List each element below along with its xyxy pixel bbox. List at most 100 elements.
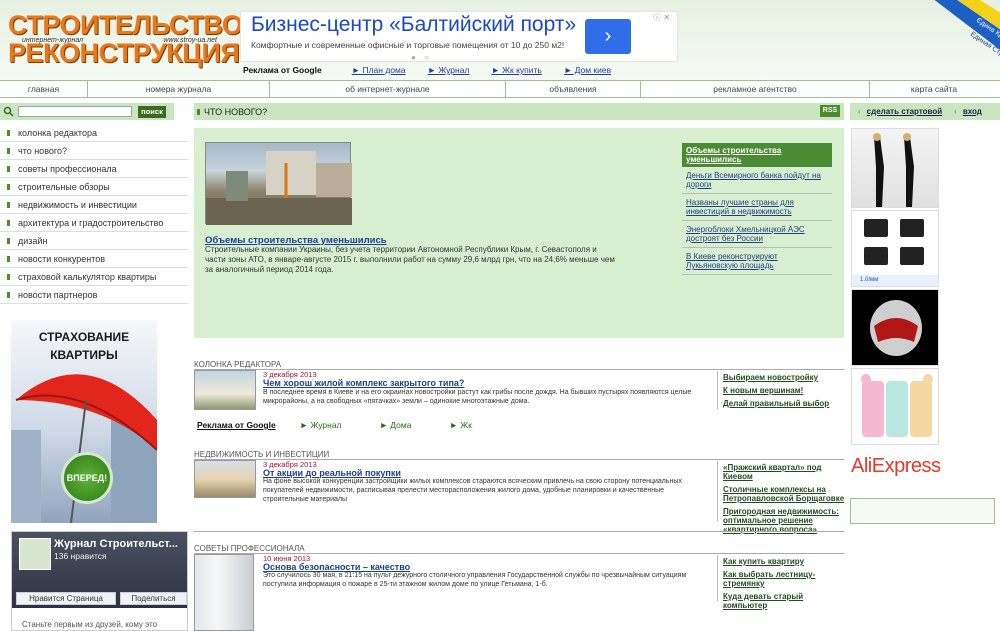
latex-suit-image bbox=[873, 133, 914, 207]
nav-issues[interactable]: номера журнала bbox=[88, 81, 270, 97]
fb-likes-count: 136 нравится bbox=[54, 551, 107, 561]
sidebar-item-reviews[interactable]: строительные обзоры bbox=[0, 178, 188, 196]
ad-link[interactable]: ► Дом киев bbox=[564, 65, 611, 75]
whats-new-title: ЧТО НОВОГО? bbox=[204, 107, 268, 117]
ad-link[interactable]: ► План дома bbox=[352, 65, 406, 75]
right-ad-4[interactable] bbox=[851, 368, 939, 445]
featured-list-item[interactable]: Энергоблоки Хмельницкой АЭС достроят без… bbox=[682, 221, 832, 248]
ad-pagination-dots[interactable]: ● ○ bbox=[411, 53, 432, 62]
facebook-widget: Журнал Строительст... 136 нравится Нрави… bbox=[11, 531, 188, 631]
related-link[interactable]: Как купить квартиру bbox=[723, 557, 848, 566]
aliexpress-logo[interactable]: AliExpress bbox=[851, 455, 941, 478]
related-links: Как купить квартиру Как выбрать лестницу… bbox=[723, 557, 848, 614]
featured-list-item[interactable]: Деньги Всемирного банка пойдут на дороги bbox=[682, 167, 832, 194]
ad-link[interactable]: ► Жк купить bbox=[491, 65, 541, 75]
ad-google-label[interactable]: Реклама от Google bbox=[197, 420, 276, 430]
related-link[interactable]: Куда девать старый компьютер bbox=[723, 592, 848, 610]
ad-links-row: Реклама от Google ► План дома ► Журнал ►… bbox=[243, 65, 633, 75]
article-thumbnail[interactable] bbox=[194, 370, 256, 410]
bullet-icon bbox=[197, 109, 200, 115]
sidebar-item-editor[interactable]: колонка редактора bbox=[0, 124, 188, 142]
related-link[interactable]: Как выбрать лестницу-стремянку bbox=[723, 570, 848, 588]
ad-arrow-button[interactable]: › bbox=[585, 19, 631, 54]
site-header: СТРОИТЕЛЬСТВО интернет-журнал www.stroy-… bbox=[0, 0, 1000, 80]
insurance-go-button[interactable]: ВПЕРЕД! bbox=[61, 452, 113, 504]
right-ad-3[interactable] bbox=[851, 289, 939, 366]
nav-about[interactable]: об интернет-журнале bbox=[270, 81, 506, 97]
search-button[interactable]: поиск bbox=[138, 106, 166, 118]
fb-page-name[interactable]: Журнал Строительст... bbox=[54, 538, 178, 550]
related-link[interactable]: Столичные комплексы на Петропавловской Б… bbox=[723, 485, 848, 503]
make-start-link[interactable]: сделать стартовой bbox=[867, 107, 942, 116]
sidebar-item-pro-tips[interactable]: советы профессионала bbox=[0, 160, 188, 178]
sidebar-item-design[interactable]: дизайн bbox=[0, 232, 188, 250]
sidebar-item-competitors[interactable]: новости конкурентов bbox=[0, 250, 188, 268]
sidebar-item-architecture[interactable]: архитектура и градостроительство bbox=[0, 214, 188, 232]
sidebar-item-partners[interactable]: новости партнеров bbox=[0, 286, 188, 304]
search-icon bbox=[3, 106, 14, 117]
ad-badge: 1.0/мм bbox=[860, 277, 879, 283]
nav-ads[interactable]: объявления bbox=[506, 81, 641, 97]
sidebar-item-whats-new[interactable]: что нового? bbox=[0, 142, 188, 160]
section-title-pro-tips[interactable]: СОВЕТЫ ПРОФЕССИОНАЛА bbox=[194, 544, 305, 553]
sidebar-item-calculator[interactable]: страховой калькулятор квартиры bbox=[0, 268, 188, 286]
rss-button[interactable]: RSS bbox=[820, 105, 840, 117]
insurance-banner[interactable]: СТРАХОВАНИЕ КВАРТИРЫ ВПЕРЕД! bbox=[11, 320, 157, 523]
login-link[interactable]: вход bbox=[963, 107, 982, 116]
nav-home[interactable]: главная bbox=[0, 81, 88, 97]
featured-list: Объемы строительства уменьшились Деньги … bbox=[682, 143, 832, 275]
section-divider bbox=[194, 531, 844, 532]
ad-link[interactable]: ► Журнал bbox=[300, 420, 342, 430]
related-link[interactable]: Выбираем новостройку bbox=[723, 373, 848, 382]
article-text: В последнее время в Киеве и на его окраи… bbox=[263, 389, 692, 405]
featured-list-head[interactable]: Объемы строительства уменьшились bbox=[682, 143, 832, 167]
insurance-line2: КВАРТИРЫ bbox=[50, 348, 118, 362]
related-link[interactable]: Пригородная недвижимость: оптимальное ре… bbox=[723, 507, 848, 534]
logo-line2[interactable]: РЕКОНСТРУКЦИЯ bbox=[8, 40, 240, 67]
fb-page-logo[interactable] bbox=[19, 538, 51, 570]
article-thumbnail[interactable] bbox=[194, 554, 254, 631]
ad-link[interactable]: ► Журнал bbox=[428, 65, 470, 75]
right-ad-2[interactable]: 1.0/мм bbox=[851, 210, 939, 287]
featured-text: Строительные компании Украины, без учета… bbox=[205, 245, 615, 274]
insurance-title: СТРАХОВАНИЕ КВАРТИРЫ bbox=[11, 328, 157, 364]
right-ad-1[interactable] bbox=[851, 128, 939, 208]
nav-sitemap[interactable]: карта сайта bbox=[870, 81, 998, 97]
arrow-icon: ‹ bbox=[954, 107, 957, 116]
section-title-realty[interactable]: НЕДВИЖИМОСТЬ И ИНВЕСТИЦИИ bbox=[194, 450, 329, 459]
featured-news: Объемы строительства уменьшились Строите… bbox=[194, 128, 844, 338]
article-text: На фоне высокой конкуренции застройщики … bbox=[263, 478, 682, 503]
related-link[interactable]: К новым вершинам! bbox=[723, 386, 848, 395]
ad-google-label[interactable]: Реклама от Google bbox=[243, 65, 322, 75]
featured-list-item[interactable]: В Киеве реконструируют Лукьяновскую площ… bbox=[682, 248, 832, 275]
ad-banner[interactable]: Бизнес-центр «Балтийский порт» Комфортны… bbox=[240, 11, 678, 62]
nav-agency[interactable]: рекламное агентство bbox=[641, 81, 870, 97]
logo-line1[interactable]: СТРОИТЕЛЬСТВО bbox=[8, 12, 243, 39]
featured-image[interactable] bbox=[205, 142, 352, 225]
ad-link[interactable]: ► Дома bbox=[380, 420, 412, 430]
featured-list-item[interactable]: Названы лучшие страны для инвестиций в н… bbox=[682, 194, 832, 221]
related-link[interactable]: Делай правильный выбор bbox=[723, 399, 848, 408]
search-bar: поиск bbox=[0, 103, 174, 120]
helmet-image bbox=[870, 300, 922, 356]
fb-footer-text: Станьте первым из друзей, кому это bbox=[22, 620, 158, 629]
sidebar-item-realty[interactable]: недвижимость и инвестиции bbox=[0, 196, 188, 214]
divider bbox=[717, 371, 718, 409]
section-title-editor[interactable]: КОЛОНКА РЕДАКТОРА bbox=[194, 360, 281, 369]
fb-share-button[interactable]: Поделиться bbox=[120, 592, 187, 605]
ad-title[interactable]: Бизнес-центр «Балтийский порт» bbox=[251, 13, 576, 37]
ad-links-row-2: Реклама от Google ► Журнал ► Дома ► Жк bbox=[197, 420, 510, 430]
fb-like-button[interactable]: Нравится Страница bbox=[16, 592, 116, 605]
article-thumbnail[interactable] bbox=[194, 460, 256, 498]
article-text: Это случилось 30 мая, в 21:15 на пульт д… bbox=[263, 572, 687, 588]
related-link[interactable]: «Пражский квартал» под Киевом bbox=[723, 463, 848, 481]
article-title[interactable]: Чем хорош жилой комплекс закрытого типа? bbox=[263, 378, 464, 388]
sd-cards-image bbox=[852, 219, 938, 286]
ukraine-ribbon: Єдина Країна Единая Страна bbox=[934, 0, 1000, 65]
search-input[interactable] bbox=[18, 106, 132, 117]
divider bbox=[717, 555, 718, 601]
related-links: «Пражский квартал» под Киевом Столичные … bbox=[723, 463, 848, 538]
right-empty-box bbox=[850, 498, 995, 524]
ad-close-icon[interactable]: ⓘ ✕ bbox=[653, 12, 670, 23]
ad-link[interactable]: ► Жк bbox=[449, 420, 471, 430]
